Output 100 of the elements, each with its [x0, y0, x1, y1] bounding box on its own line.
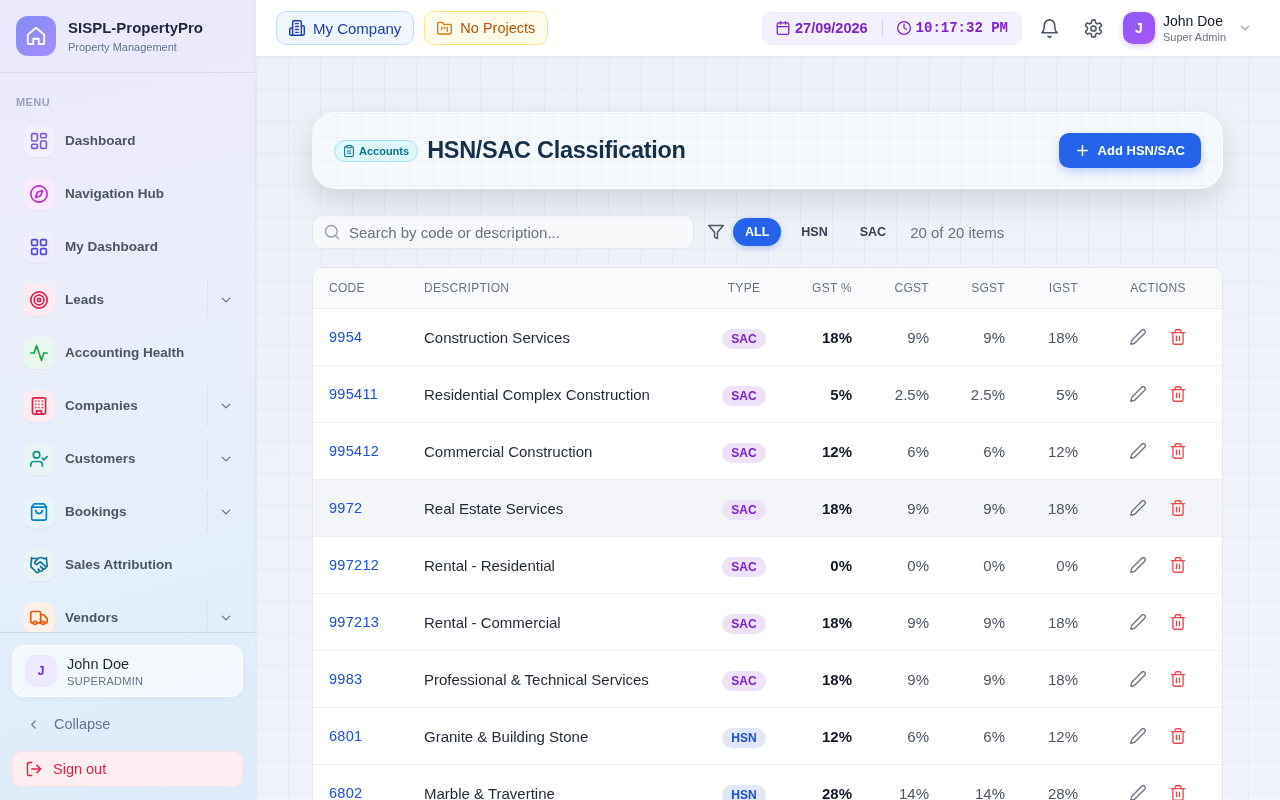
badge-label: Accounts [359, 144, 410, 157]
igst-cell: 12% [1047, 727, 1078, 745]
nav-item[interactable]: Vendors [12, 594, 207, 632]
filter-chip[interactable]: SAC [847, 218, 899, 246]
plus-icon [1074, 143, 1090, 158]
description-cell: Residential Complex Construction [424, 385, 650, 403]
gst-cell: 18% [821, 328, 852, 346]
igst-cell: 18% [1047, 499, 1078, 517]
nav-item[interactable]: Sales Attribution [12, 541, 243, 588]
sgst-cell: 9% [983, 499, 1005, 517]
code-cell: 9972 [329, 500, 363, 516]
compass-icon [23, 177, 55, 210]
gst-cell: 12% [821, 442, 852, 460]
igst-cell: 18% [1047, 613, 1078, 631]
sgst-cell: 9% [983, 328, 1005, 346]
search-field[interactable]: Search by code or description... [312, 215, 694, 249]
column-header: ACTIONS [1130, 281, 1186, 295]
settings-icon [1083, 18, 1103, 38]
time-text: 10:17:32 PM [915, 20, 1008, 36]
description-cell: Commercial Construction [424, 442, 593, 460]
nav-item[interactable]: Navigation Hub [12, 170, 243, 217]
pencil-icon [1130, 671, 1146, 687]
cgst-cell: 6% [907, 442, 929, 460]
gst-cell: 18% [821, 670, 852, 688]
sgst-cell: 14% [974, 784, 1005, 800]
column-header: DESCRIPTION [424, 281, 510, 295]
collapse-button[interactable]: Collapse [12, 711, 111, 737]
column-header: SGST [971, 281, 1005, 295]
gst-cell: 28% [821, 784, 852, 800]
pencil-icon [1130, 386, 1146, 402]
filter-chip[interactable]: ALL [733, 218, 782, 246]
date-text: 27/09/2026 [795, 20, 868, 36]
sign-out-button[interactable]: Sign out [12, 751, 243, 787]
nav-item[interactable]: Bookings [12, 488, 207, 535]
filter-icon [708, 224, 724, 240]
trash-icon [1170, 785, 1186, 800]
code-cell: 997212 [329, 557, 380, 573]
pencil-icon [1130, 557, 1146, 573]
nav-item[interactable]: Dashboard [12, 117, 243, 164]
igst-cell: 28% [1047, 784, 1078, 800]
code-cell: 9983 [329, 671, 363, 687]
projects-button[interactable]: No Projects [424, 11, 549, 45]
nav-item[interactable]: Companies [12, 382, 207, 429]
cgst-cell: 14% [898, 784, 929, 800]
company-button[interactable]: My Company [276, 11, 415, 45]
nav-item[interactable]: Leads [12, 276, 207, 323]
gst-cell: 18% [821, 613, 852, 631]
trash-icon [1170, 443, 1186, 459]
clock-icon [896, 21, 911, 35]
type-tag: HSN [722, 727, 766, 748]
trash-icon [1170, 386, 1186, 402]
trash-icon [1170, 728, 1186, 744]
calendar-icon [776, 21, 790, 35]
bag-icon [23, 495, 55, 528]
sgst-cell: 9% [983, 613, 1005, 631]
pencil-icon [1130, 329, 1146, 345]
column-header: IGST [1048, 281, 1078, 295]
column-header: GST % [812, 281, 852, 295]
code-cell: 6802 [329, 785, 363, 800]
nav-item[interactable]: Customers [12, 435, 207, 482]
trash-icon [1170, 329, 1186, 345]
grid-icon [23, 230, 55, 263]
cgst-cell: 9% [907, 328, 929, 346]
gst-cell: 12% [821, 727, 852, 745]
user-avatar: J [25, 655, 57, 687]
igst-cell: 12% [1047, 442, 1078, 460]
type-tag: HSN [722, 784, 766, 800]
cgst-cell: 9% [907, 499, 929, 517]
code-cell: 6801 [329, 728, 363, 744]
description-cell: Construction Services [424, 328, 570, 346]
nav-item[interactable]: My Dashboard [12, 223, 243, 270]
igst-cell: 18% [1047, 670, 1078, 688]
description-cell: Rental - Residential [424, 556, 555, 574]
type-tag: SAC [722, 328, 766, 349]
filter-chip[interactable]: HSN [789, 218, 840, 246]
sgst-cell: 9% [983, 670, 1005, 688]
pencil-icon [1130, 443, 1146, 459]
description-cell: Marble & Travertine [424, 784, 555, 800]
type-tag: SAC [722, 613, 766, 634]
sgst-cell: 6% [983, 442, 1005, 460]
user-avatar[interactable]: J [1123, 12, 1155, 44]
sgst-cell: 0% [983, 556, 1005, 574]
cgst-cell: 6% [907, 727, 929, 745]
nav-item[interactable]: Accounting Health [12, 329, 243, 376]
add-button[interactable]: Add HSN/SAC [1058, 133, 1201, 168]
search-icon [324, 224, 340, 240]
user-check-icon [23, 442, 55, 475]
item-count: 20 of 20 items [910, 223, 1005, 241]
user-role: SUPERADMIN [67, 674, 144, 688]
trash-icon [1170, 671, 1186, 687]
logout-icon [26, 761, 42, 777]
description-cell: Rental - Commercial [424, 613, 561, 631]
trash-icon [1170, 557, 1186, 573]
cgst-cell: 9% [907, 670, 929, 688]
type-tag: SAC [722, 670, 766, 691]
code-cell: 997213 [329, 614, 380, 630]
sgst-cell: 2.5% [970, 385, 1005, 403]
description-cell: Professional & Technical Services [424, 670, 649, 688]
igst-cell: 18% [1047, 328, 1078, 346]
trash-icon [1170, 614, 1186, 630]
